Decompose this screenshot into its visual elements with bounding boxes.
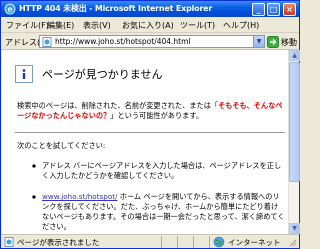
divider <box>15 132 285 133</box>
scroll-up-button[interactable]: ▲ <box>289 50 300 61</box>
svg-text:e: e <box>7 4 12 14</box>
address-dropdown-button[interactable]: ▼ <box>253 36 264 47</box>
status-separator <box>177 236 178 248</box>
resize-grip-icon[interactable] <box>288 238 297 247</box>
ie-logo-icon: e <box>4 3 16 15</box>
page-done-icon <box>4 237 14 247</box>
bullet-icon <box>32 164 36 168</box>
minimize-button[interactable]: _ <box>252 3 265 16</box>
status-bar: ページが表示されました インターネット <box>1 234 299 248</box>
status-separator <box>209 236 210 248</box>
suggestion-item-home: www.joho.st/hotspot/ ホーム ページを開いてから、表示する情… <box>42 192 285 232</box>
browser-window: e HTTP 404 未検出 - Microsoft Internet Expl… <box>0 0 300 249</box>
internet-globe-icon <box>213 236 225 248</box>
close-button[interactable]: × <box>283 3 296 16</box>
menu-help[interactable]: ヘルプ(H) <box>223 20 259 31</box>
address-bar: アドレス(D) http://www.joho.st/hotspot/404.h… <box>1 33 299 50</box>
page-heading: ページが見つかりません <box>42 68 163 81</box>
maximize-button[interactable]: □ <box>267 3 280 16</box>
description-text-before: 検索中のページは、削除された、名前が変更された、または「 <box>17 101 219 110</box>
menu-edit[interactable]: 編集(E) <box>47 20 74 31</box>
status-separator <box>161 236 162 248</box>
address-url: http://www.joho.st/hotspot/404.html <box>55 37 191 46</box>
error-description: 検索中のページは、削除された、名前が変更された、または「そもそも、そんなページな… <box>17 101 285 121</box>
menu-view[interactable]: 表示(V) <box>83 20 111 31</box>
go-button[interactable]: 移動 <box>281 37 297 48</box>
menu-bar: ファイル(F) 編集(E) 表示(V) お気に入り(A) ツール(T) ヘルプ(… <box>1 17 299 49</box>
status-separator <box>193 236 194 248</box>
suggestion-item-address: アドレス バーにページアドレスを入力した場合は、ページアドレスを正しく入力したか… <box>42 161 282 180</box>
scroll-thumb[interactable] <box>289 62 300 182</box>
page-content: ページが見つかりません 検索中のページは、削除された、名前が変更された、または「… <box>2 50 288 234</box>
title-bar[interactable]: e HTTP 404 未検出 - Microsoft Internet Expl… <box>1 1 299 17</box>
address-input[interactable]: http://www.joho.st/hotspot/404.html ▼ <box>39 35 265 48</box>
info-icon <box>15 65 33 83</box>
description-text-after: 」という可能性があります。 <box>110 111 204 120</box>
status-text: ページが表示されました <box>17 238 100 247</box>
bullet-icon <box>32 195 36 199</box>
scroll-down-button[interactable]: ▼ <box>289 223 300 234</box>
menu-file[interactable]: ファイル(F) <box>6 20 49 31</box>
window-title: HTTP 404 未検出 - Microsoft Internet Explor… <box>19 4 213 13</box>
suggestions-heading: 次のことを試してください: <box>17 141 106 150</box>
page-icon <box>42 37 52 47</box>
vertical-scrollbar[interactable]: ▲ ▼ <box>288 50 300 234</box>
home-page-link[interactable]: www.joho.st/hotspot/ <box>42 192 117 201</box>
security-zone: インターネット <box>228 238 281 247</box>
menu-favorites[interactable]: お気に入り(A) <box>122 20 174 31</box>
go-arrow-icon[interactable] <box>267 36 279 48</box>
menu-tools[interactable]: ツール(T) <box>180 20 215 31</box>
